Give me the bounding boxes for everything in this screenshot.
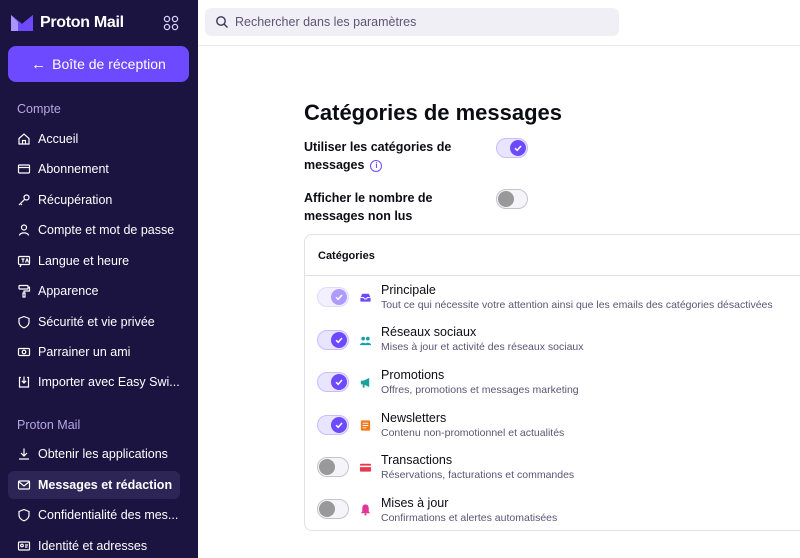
toggle-category-primary[interactable] [317, 287, 349, 307]
toggle-knob [498, 191, 514, 207]
sidebar-item-label: Compte et mot de passe [38, 223, 175, 237]
toggle-knob [331, 417, 347, 433]
apps-grid-icon[interactable] [160, 12, 182, 34]
toggle-unread-count[interactable] [496, 189, 528, 209]
sidebar-item-label: Parrainer un ami [38, 345, 131, 359]
toggle-knob [319, 501, 335, 517]
category-desc-promotions: Offres, promotions et messages marketing [381, 384, 579, 396]
sidebar-item-label: Accueil [38, 132, 79, 146]
setting-label-use-categories: Utiliser les catégories de messages i [304, 138, 484, 174]
back-to-inbox-label: Boîte de réception [52, 56, 166, 72]
sidebar-item-refer-friend[interactable]: Parrainer un ami [8, 338, 180, 366]
toggle-category-newsletters[interactable] [317, 415, 349, 435]
import-icon [17, 375, 31, 389]
category-name-updates: Mises à jour [381, 496, 449, 510]
id-card-icon [17, 539, 31, 553]
check-icon [335, 379, 343, 386]
toggle-use-categories[interactable] [496, 138, 528, 158]
toggle-knob [319, 459, 335, 475]
check-icon [335, 337, 343, 344]
toggle-knob [331, 374, 347, 390]
setting-label-unread-count: Afficher le nombre de messages non lus [304, 191, 433, 223]
envelope-icon [17, 478, 31, 492]
categories-card: Catégories [304, 234, 800, 531]
sidebar-item-label: Confidentialité des mes... [38, 508, 179, 522]
back-to-inbox-button[interactable]: ← Boîte de réception [8, 46, 189, 82]
check-icon [514, 145, 522, 152]
toggle-knob [331, 289, 347, 305]
bell-icon [358, 502, 372, 516]
sidebar-item-label: Messages et rédaction [38, 478, 173, 492]
sidebar-item-label: Obtenir les applications [38, 447, 168, 461]
home-icon [17, 132, 31, 146]
category-desc-transactions: Réservations, facturations et commandes [381, 469, 575, 481]
brand[interactable]: Proton Mail [10, 10, 124, 36]
search-icon [216, 16, 228, 28]
top-bar [198, 0, 800, 46]
toggle-category-social[interactable] [317, 330, 349, 350]
search-input[interactable] [235, 15, 615, 29]
category-name-transactions: Transactions [381, 453, 453, 467]
arrow-left-icon: ← [31, 55, 47, 73]
sidebar-item-recovery[interactable]: Récupération [8, 186, 180, 214]
sidebar-item-label: Apparence [38, 284, 99, 298]
toggle-category-updates[interactable] [317, 499, 349, 519]
users-icon [358, 333, 372, 347]
sidebar-item-label: Sécurité et vie privée [38, 315, 155, 329]
sidebar-item-security[interactable]: Sécurité et vie privée [8, 308, 180, 336]
sidebar-item-home[interactable]: Accueil [8, 125, 180, 153]
sidebar-item-label: Importer avec Easy Swi... [38, 375, 180, 389]
brand-name: Proton Mail [40, 14, 124, 31]
page-title: Catégories de messages [304, 100, 563, 125]
section-title-proton-mail: Proton Mail [17, 418, 81, 432]
toggle-knob [331, 332, 347, 348]
credit-card-icon [358, 460, 372, 474]
key-icon [17, 193, 31, 207]
sidebar-item-subscription[interactable]: Abonnement [8, 155, 180, 183]
sidebar-item-account-password[interactable]: Compte et mot de passe [8, 216, 180, 244]
sidebar-item-get-apps[interactable]: Obtenir les applications [8, 440, 180, 468]
proton-logo-icon [11, 15, 33, 31]
toggle-knob [510, 140, 526, 156]
paint-roller-icon [17, 284, 31, 298]
download-icon [17, 447, 31, 461]
categories-card-header: Catégories [305, 235, 800, 276]
category-name-promotions: Promotions [381, 368, 445, 382]
section-title-account: Compte [17, 102, 61, 116]
sidebar-item-identity-addresses[interactable]: Identité et adresses [8, 532, 180, 558]
newspaper-icon [358, 418, 372, 432]
sidebar-item-label: Identité et adresses [38, 539, 148, 553]
megaphone-icon [358, 375, 372, 389]
sidebar-item-appearance[interactable]: Apparence [8, 277, 180, 305]
sidebar-item-label: Récupération [38, 193, 113, 207]
shield-icon [17, 508, 31, 522]
sidebar-item-easy-switch[interactable]: Importer avec Easy Swi... [8, 368, 180, 396]
user-icon [17, 223, 31, 237]
category-desc-social: Mises à jour et activité des réseaux soc… [381, 341, 584, 353]
toggle-category-transactions[interactable] [317, 457, 349, 477]
toggle-category-promotions[interactable] [317, 372, 349, 392]
inbox-icon [358, 290, 372, 304]
sidebar: Proton Mail ← Boîte de réception Compte … [0, 0, 198, 558]
categories-header-label: Catégories [318, 250, 375, 262]
shield-icon [17, 315, 31, 329]
sidebar-item-label: Abonnement [38, 162, 109, 176]
sidebar-item-messages-composing[interactable]: Messages et rédaction [8, 471, 180, 499]
category-desc-primary: Tout ce qui nécessite votre attention ai… [381, 299, 773, 311]
category-desc-updates: Confirmations et alertes automatisées [381, 512, 558, 524]
check-icon [335, 422, 343, 429]
check-icon [335, 294, 343, 301]
settings-search[interactable] [205, 8, 619, 36]
category-name-newsletters: Newsletters [381, 411, 447, 425]
category-desc-newsletters: Contenu non-promotionnel et actualités [381, 427, 565, 439]
sidebar-item-message-privacy[interactable]: Confidentialité des mes... [8, 501, 180, 529]
language-icon [17, 254, 31, 268]
money-icon [17, 345, 31, 359]
credit-card-icon [17, 162, 31, 176]
category-name-primary: Principale [381, 283, 436, 297]
sidebar-item-language-time[interactable]: Langue et heure [8, 247, 180, 275]
info-icon[interactable]: i [370, 159, 383, 172]
sidebar-item-label: Langue et heure [38, 254, 130, 268]
category-name-social: Réseaux sociaux [381, 325, 477, 339]
